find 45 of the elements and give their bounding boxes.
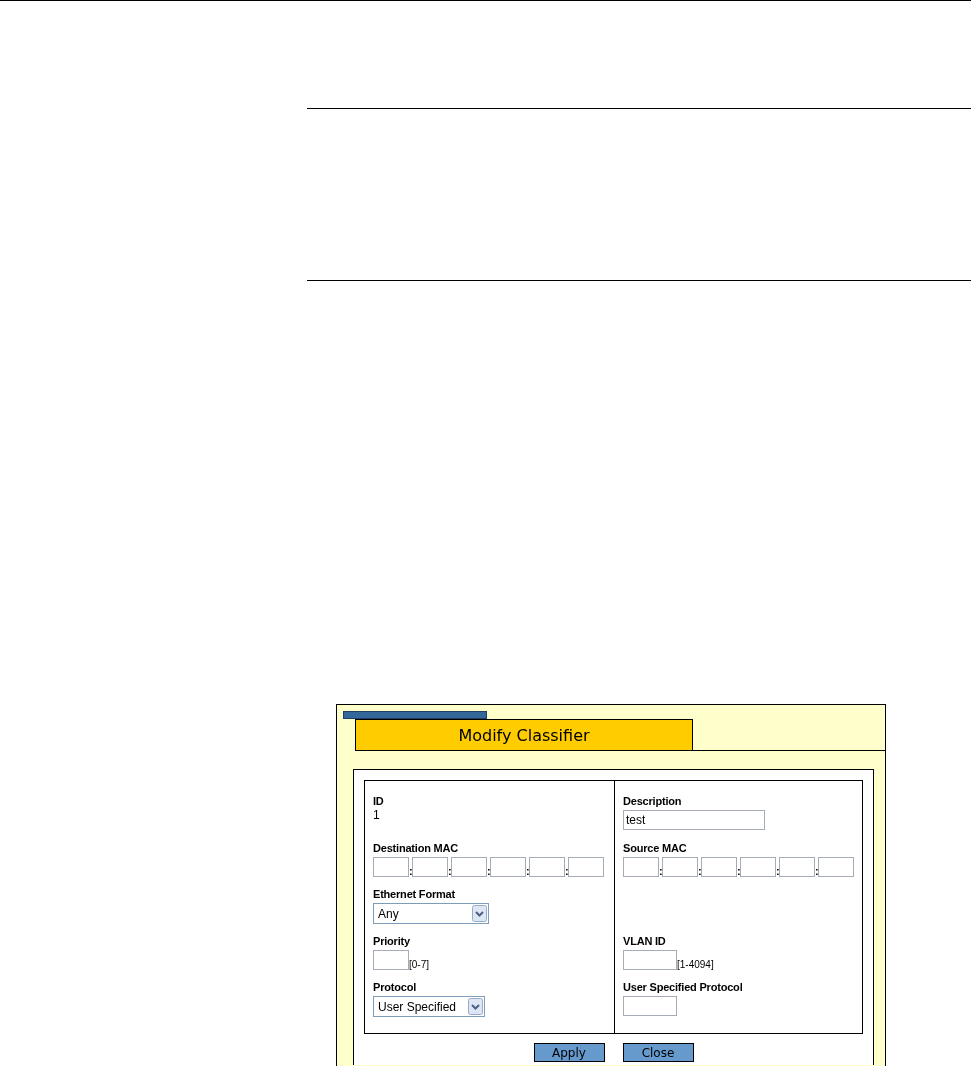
field-value: 1 xyxy=(373,808,380,822)
range-hint: [1-4094] xyxy=(677,958,714,970)
mac-octet-field[interactable] xyxy=(490,856,526,877)
field-label: Priority xyxy=(373,934,410,948)
mac-octet-field[interactable] xyxy=(779,856,815,877)
separator: : xyxy=(565,864,568,877)
separator: : xyxy=(737,864,740,877)
field-label: Source MAC xyxy=(623,841,687,855)
field-label: Ethernet Format xyxy=(373,888,455,901)
text-field[interactable] xyxy=(623,996,677,1016)
field-label: Destination MAC xyxy=(373,841,458,855)
separator: : xyxy=(776,864,779,877)
mac-octet-field[interactable] xyxy=(529,856,565,877)
mac-octet-field[interactable] xyxy=(373,856,409,877)
field-label: Protocol xyxy=(373,981,416,994)
range-hint: [0-7] xyxy=(409,958,429,970)
mac-octet-field[interactable] xyxy=(623,856,659,877)
mac-octet-field[interactable] xyxy=(740,856,776,877)
separator: : xyxy=(487,864,490,877)
separator: : xyxy=(409,864,412,877)
dialog-title: Modify Classifier xyxy=(355,719,693,750)
mac-octet-field[interactable] xyxy=(701,856,737,877)
text-field[interactable] xyxy=(623,949,677,970)
mac-octet-field[interactable] xyxy=(412,856,448,877)
separator: : xyxy=(698,864,701,877)
mac-octet-field[interactable] xyxy=(451,856,487,877)
mac-octet-field[interactable] xyxy=(568,856,604,877)
text-field[interactable]: test xyxy=(623,810,765,830)
separator: : xyxy=(526,864,529,877)
separator: : xyxy=(448,864,451,877)
text-field[interactable] xyxy=(373,949,409,970)
dialog-button[interactable]: Close xyxy=(622,1043,694,1062)
dropdown[interactable]: User Specified xyxy=(373,996,485,1017)
field-label: User Specified Protocol xyxy=(623,981,743,994)
chevron-icon xyxy=(468,998,483,1015)
field-label: VLAN ID xyxy=(623,934,666,948)
separator: : xyxy=(815,864,818,877)
mac-octet-field[interactable] xyxy=(818,856,854,877)
separator: : xyxy=(659,864,662,877)
chevron-icon xyxy=(472,905,487,922)
mac-octet-field[interactable] xyxy=(662,856,698,877)
dropdown[interactable]: Any xyxy=(373,903,489,924)
field-label: ID xyxy=(373,795,384,808)
field-label: Description xyxy=(623,795,682,808)
dialog-button[interactable]: Apply xyxy=(533,1043,605,1062)
